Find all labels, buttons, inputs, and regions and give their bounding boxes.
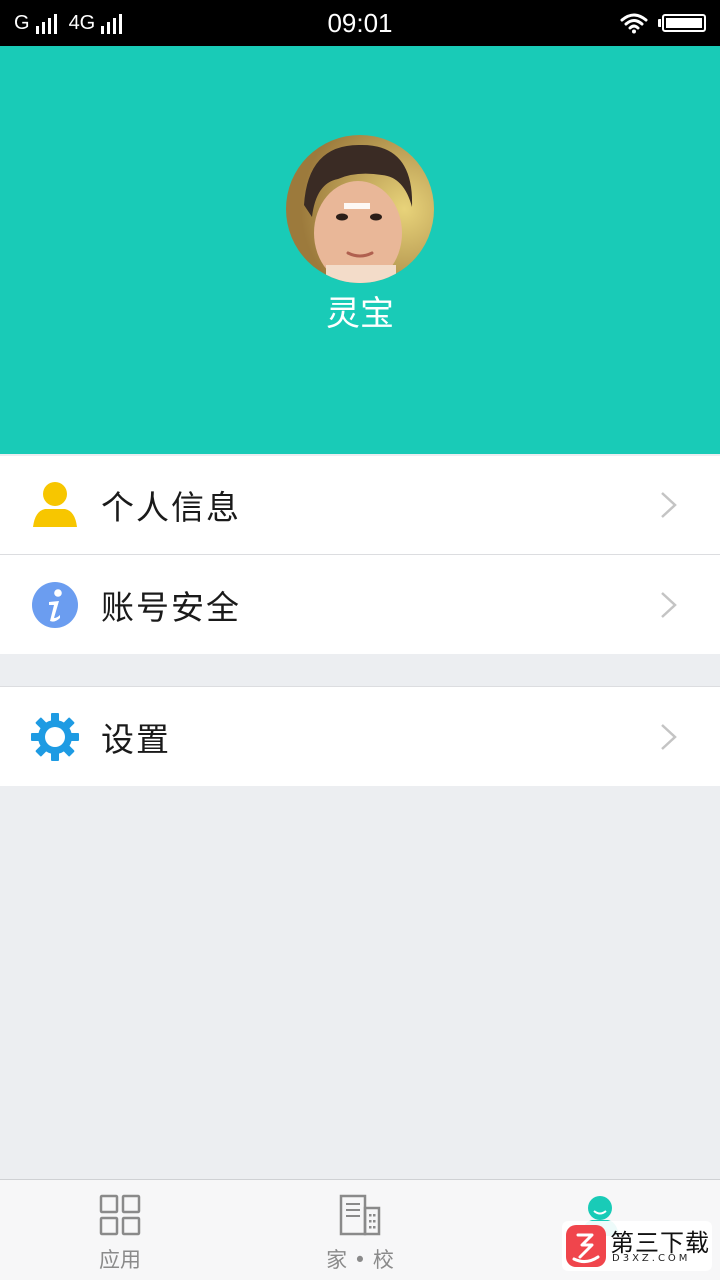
watermark-sub: D3XZ.COM [612,1253,691,1264]
chevron-right-icon [661,723,677,750]
info-icon [31,581,79,629]
person-icon [31,481,79,529]
username: 灵宝 [326,294,394,334]
nav-label: 家 • 校 [326,1248,394,1272]
menu-label: 设置 [101,719,171,759]
watermark-logo: 第三下载 D3XZ.COM [562,1221,712,1271]
building-icon [339,1194,381,1236]
logo-icon [566,1225,606,1267]
menu-item-account-security[interactable]: 账号安全 [0,555,720,654]
nav-tab-apps[interactable]: 应用 [0,1180,240,1280]
menu-group-settings: 设置 [0,686,720,786]
chevron-right-icon [661,591,677,618]
menu-item-personal-info[interactable]: 个人信息 [0,456,720,555]
nav-label: 应用 [99,1248,141,1272]
battery-icon [658,14,706,32]
status-right [620,0,706,46]
menu-label: 个人信息 [101,488,241,527]
apps-grid-icon [99,1194,141,1236]
avatar-photo [286,135,434,283]
avatar[interactable] [286,135,434,283]
chevron-right-icon [661,492,677,518]
menu-group-account: 个人信息 账号安全 [0,456,720,654]
gear-icon [31,712,79,761]
wifi-icon [620,13,648,34]
status-time: 09:01 [327,8,393,38]
profile-header: 灵宝 [0,46,720,454]
status-bar: G 4G 09:01 [0,0,720,46]
menu-item-settings[interactable]: 设置 [0,687,720,786]
nav-tab-home-school[interactable]: 家 • 校 [240,1180,480,1280]
menu-label: 账号安全 [101,587,241,627]
